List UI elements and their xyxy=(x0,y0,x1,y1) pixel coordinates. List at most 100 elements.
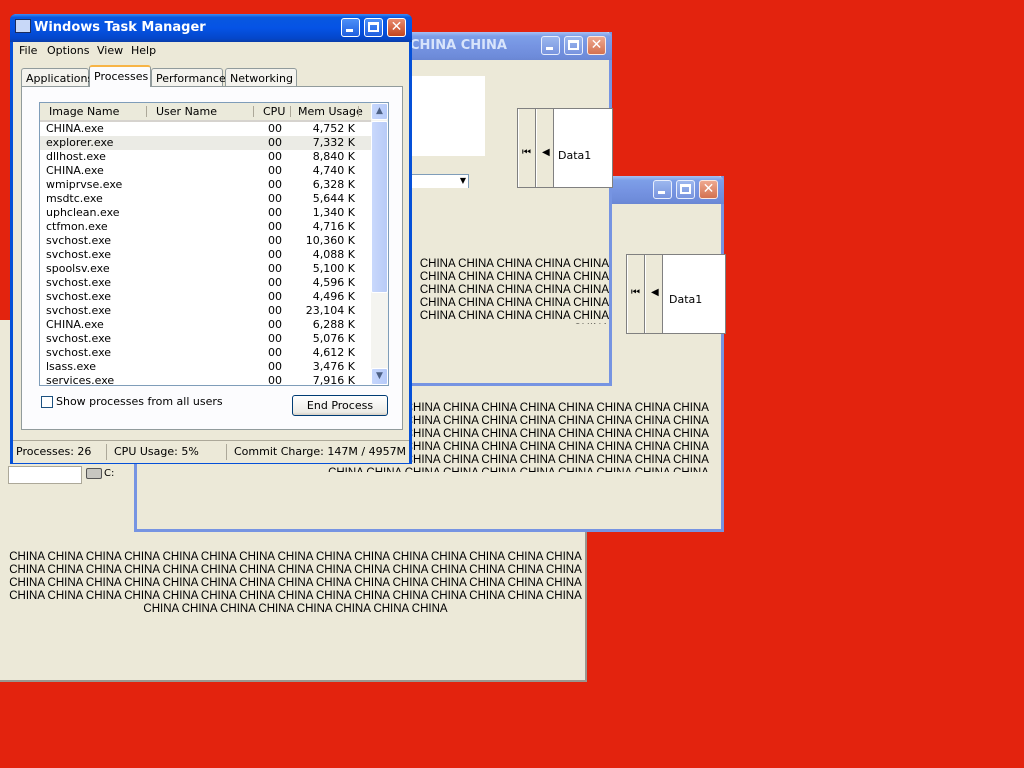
table-row[interactable]: svchost.exe 00 23,104 K xyxy=(40,304,373,318)
cell-mem-usage: 5,100 K xyxy=(312,262,355,275)
minimize-button[interactable] xyxy=(341,18,360,37)
maximize-button[interactable] xyxy=(676,180,695,199)
menu-file[interactable]: File xyxy=(19,44,37,57)
maximize-button[interactable] xyxy=(364,18,383,37)
process-list[interactable]: Image Name User Name CPU Mem Usage CHINA… xyxy=(39,102,389,386)
menu-view[interactable]: View xyxy=(97,44,123,57)
scroll-down-button[interactable]: ▼ xyxy=(371,368,388,385)
cell-mem-usage: 10,360 K xyxy=(305,234,355,247)
table-row[interactable]: lsass.exe 00 3,476 K xyxy=(40,360,373,374)
cell-image-name: svchost.exe xyxy=(46,304,112,317)
table-row[interactable]: svchost.exe 00 4,612 K xyxy=(40,346,373,360)
cell-mem-usage: 7,332 K xyxy=(312,136,355,149)
cell-cpu: 00 xyxy=(268,248,282,261)
table-row[interactable]: uphclean.exe 00 1,340 K xyxy=(40,206,373,220)
table-row[interactable]: svchost.exe 00 10,360 K xyxy=(40,234,373,248)
cell-cpu: 00 xyxy=(268,262,282,275)
close-button[interactable]: ✕ xyxy=(587,36,606,55)
cell-image-name: svchost.exe xyxy=(46,248,112,261)
table-row[interactable]: msdtc.exe 00 5,644 K xyxy=(40,192,373,206)
maximize-button[interactable] xyxy=(564,36,583,55)
cell-image-name: svchost.exe xyxy=(46,290,112,303)
cell-image-name: wmiprvse.exe xyxy=(46,178,123,191)
status-commit-charge: Commit Charge: 147M / 4957M xyxy=(234,445,407,458)
cell-mem-usage: 23,104 K xyxy=(305,304,355,317)
table-row[interactable]: services.exe 00 7,916 K xyxy=(40,374,373,386)
col-image-name[interactable]: Image Name xyxy=(49,105,119,118)
minimize-button[interactable] xyxy=(541,36,560,55)
drive-label: C: xyxy=(104,468,115,479)
top-window-titlebar[interactable]: CHINA CHINA ✕ xyxy=(380,32,612,60)
window-title: Windows Task Manager xyxy=(34,20,206,35)
menu-bar: File Options View Help xyxy=(13,42,409,60)
table-row[interactable]: wmiprvse.exe 00 6,328 K xyxy=(40,178,373,192)
top-window-lower-area: CHINA CHINA CHINA CHINA CHINA CHINA CHIN… xyxy=(383,188,609,383)
close-button[interactable]: ✕ xyxy=(699,180,718,199)
tab-networking[interactable]: Networking xyxy=(225,68,297,86)
cell-cpu: 00 xyxy=(268,360,282,373)
tab-performance[interactable]: Performance xyxy=(151,68,226,86)
scroll-thumb[interactable] xyxy=(371,121,388,293)
task-manager-titlebar[interactable]: Windows Task Manager ✕ xyxy=(10,14,412,42)
col-cpu[interactable]: CPU xyxy=(263,105,285,118)
tab-processes[interactable]: Processes xyxy=(89,65,151,87)
cell-image-name: services.exe xyxy=(46,374,115,386)
col-mem-usage[interactable]: Mem Usage xyxy=(298,105,363,118)
scroll-up-button[interactable]: ▲ xyxy=(371,103,388,120)
end-process-button[interactable]: End Process xyxy=(292,395,388,416)
cell-mem-usage: 4,088 K xyxy=(312,248,355,261)
cell-image-name: CHINA.exe xyxy=(46,318,104,331)
cell-cpu: 00 xyxy=(268,374,282,386)
cell-image-name: uphclean.exe xyxy=(46,206,120,219)
table-row[interactable]: svchost.exe 00 4,596 K xyxy=(40,276,373,290)
table-row[interactable]: dllhost.exe 00 8,840 K xyxy=(40,150,373,164)
cell-image-name: ctfmon.exe xyxy=(46,220,108,233)
minimize-button[interactable] xyxy=(653,180,672,199)
nav-prev-button[interactable]: ◀ xyxy=(536,109,554,187)
arrow-down-icon: ▼ xyxy=(376,371,383,381)
cell-image-name: dllhost.exe xyxy=(46,150,106,163)
table-row[interactable]: svchost.exe 00 4,496 K xyxy=(40,290,373,304)
cell-image-name: CHINA.exe xyxy=(46,164,104,177)
col-user-name[interactable]: User Name xyxy=(156,105,217,118)
cell-mem-usage: 7,916 K xyxy=(312,374,355,386)
top-china-text: CHINA CHINA CHINA CHINA CHINA CHINA CHIN… xyxy=(419,258,609,324)
cell-image-name: svchost.exe xyxy=(46,332,112,345)
show-all-users-label[interactable]: Show processes from all users xyxy=(56,395,223,408)
cell-image-name: explorer.exe xyxy=(46,136,114,149)
table-row[interactable]: svchost.exe 00 5,076 K xyxy=(40,332,373,346)
tab-applications[interactable]: Applications xyxy=(21,68,93,86)
data-control[interactable]: ⏮ ◀ Data1 xyxy=(626,254,726,334)
cell-cpu: 00 xyxy=(268,150,282,163)
menu-options[interactable]: Options xyxy=(47,44,89,57)
menu-help[interactable]: Help xyxy=(131,44,156,57)
first-record-icon: ⏮ xyxy=(522,147,531,158)
table-row[interactable]: CHINA.exe 00 4,740 K xyxy=(40,164,373,178)
show-all-users-checkbox[interactable] xyxy=(41,396,53,408)
table-row[interactable]: CHINA.exe 00 4,752 K xyxy=(40,122,373,136)
nav-first-button[interactable]: ⏮ xyxy=(518,109,536,187)
data-control[interactable]: ⏮ ◀ Data1 xyxy=(517,108,613,188)
table-row[interactable]: explorer.exe 00 7,332 K xyxy=(40,136,373,150)
cell-cpu: 00 xyxy=(268,304,282,317)
close-button[interactable]: ✕ xyxy=(387,18,406,37)
nav-prev-button[interactable]: ◀ xyxy=(645,255,663,333)
vertical-scrollbar[interactable]: ▲ ▼ xyxy=(371,103,388,385)
cell-image-name: svchost.exe xyxy=(46,234,112,247)
cell-mem-usage: 4,752 K xyxy=(312,122,355,135)
nav-first-button[interactable]: ⏮ xyxy=(627,255,645,333)
cell-cpu: 00 xyxy=(268,178,282,191)
table-row[interactable]: spoolsv.exe 00 5,100 K xyxy=(40,262,373,276)
text-box[interactable] xyxy=(409,76,485,156)
cell-mem-usage: 4,612 K xyxy=(312,346,355,359)
table-row[interactable]: CHINA.exe 00 6,288 K xyxy=(40,318,373,332)
table-row[interactable]: ctfmon.exe 00 4,716 K xyxy=(40,220,373,234)
list-header: Image Name User Name CPU Mem Usage xyxy=(40,103,373,122)
status-bar: Processes: 26 CPU Usage: 5% Commit Charg… xyxy=(13,440,409,463)
combo-dropdown-icon[interactable]: ▼ xyxy=(460,176,466,185)
cell-mem-usage: 4,496 K xyxy=(312,290,355,303)
cell-mem-usage: 5,644 K xyxy=(312,192,355,205)
table-row[interactable]: svchost.exe 00 4,088 K xyxy=(40,248,373,262)
cell-cpu: 00 xyxy=(268,276,282,289)
data-label: Data1 xyxy=(669,293,703,306)
